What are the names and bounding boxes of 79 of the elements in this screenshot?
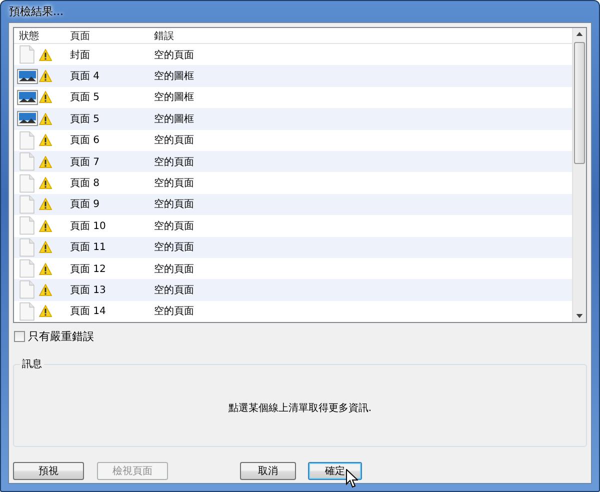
column-header[interactable]: 錯誤: [154, 28, 572, 42]
error-cell-text: 空的頁面: [154, 176, 195, 190]
blank-page-icon: [19, 174, 35, 193]
page-cell-text: 頁面 12: [70, 262, 107, 276]
page-cell-text: 封面: [70, 48, 91, 62]
column-header[interactable]: 狀態: [14, 28, 70, 42]
list-row[interactable]: 頁面 14 空的頁面: [14, 300, 572, 322]
page-cell-text: 頁面 9: [70, 198, 101, 212]
info-message: 點選某個線上清單取得更多資訊.: [228, 402, 372, 415]
list-row[interactable]: 頁面 5 空的圖框: [14, 108, 572, 130]
blank-page-icon: [19, 130, 35, 150]
page-cell-text: 頁面 7: [70, 156, 101, 169]
warning-icon: [39, 177, 52, 190]
error-cell-text: 空的頁面: [154, 240, 195, 254]
warning-icon: [39, 241, 52, 254]
dialog-button[interactable]: 取消: [240, 462, 296, 480]
warning-icon: [39, 262, 52, 275]
list-row[interactable]: 頁面 8 空的頁面: [14, 172, 572, 194]
warning-icon: [39, 156, 52, 168]
error-cell-text: 空的圖框: [154, 90, 195, 104]
list-row[interactable]: 頁面 10 空的頁面: [14, 215, 572, 237]
warning-icon: [39, 198, 52, 210]
blank-page-icon: [19, 280, 35, 300]
list-row[interactable]: 頁面 5 空的圖框: [14, 86, 572, 108]
error-cell-text: 空的頁面: [154, 48, 195, 62]
blank-page-icon: [19, 194, 35, 214]
blank-page-icon: [19, 152, 35, 172]
warning-icon: [39, 284, 52, 296]
list-row[interactable]: 頁面 7 空的頁面: [14, 150, 572, 172]
list-row[interactable]: 頁面 13 空的頁面: [14, 279, 572, 301]
warning-icon: [39, 48, 52, 61]
scroll-down-icon[interactable]: [576, 314, 583, 318]
error-cell-text: 空的頁面: [154, 198, 195, 212]
list-row[interactable]: 頁面 6 空的頁面: [14, 130, 572, 151]
warning-icon: [39, 305, 52, 318]
blank-page-icon: [19, 238, 35, 257]
page-cell-text: 頁面 8: [70, 177, 101, 190]
scroll-thumb[interactable]: [574, 42, 585, 164]
dialog-button[interactable]: 預視: [13, 462, 84, 480]
warning-icon: [39, 220, 52, 232]
cursor-icon: [346, 469, 358, 488]
error-cell-text: 空的頁面: [154, 156, 195, 169]
scroll-up-icon[interactable]: [576, 32, 583, 36]
group-title: 訊息: [20, 357, 44, 371]
scrollbar[interactable]: [572, 28, 586, 322]
error-cell-text: 空的頁面: [154, 304, 195, 318]
dialog-button[interactable]: 確定: [308, 462, 362, 480]
list-row[interactable]: 頁面 11 空的頁面: [14, 236, 572, 258]
page-cell-text: 頁面 13: [70, 284, 107, 297]
column-header[interactable]: 頁面: [70, 28, 154, 42]
error-cell-text: 空的頁面: [154, 134, 195, 148]
page-cell-text: 頁面 5: [70, 112, 101, 126]
blank-page-icon: [19, 216, 35, 236]
warning-icon: [39, 134, 52, 146]
page-cell-text: 頁面 5: [70, 91, 101, 104]
list-row[interactable]: 頁面 9 空的頁面: [14, 194, 572, 216]
page-cell-text: 頁面 11: [70, 241, 107, 254]
warning-icon: [39, 91, 52, 104]
warning-icon: [39, 112, 52, 125]
error-cell-text: 空的圖框: [154, 70, 195, 84]
list-row[interactable]: 封面 空的頁面: [14, 44, 572, 66]
image-icon: [17, 110, 38, 128]
page-cell-text: 頁面 4: [70, 70, 101, 84]
checkbox[interactable]: [14, 330, 25, 342]
error-cell-text: 空的頁面: [154, 262, 195, 276]
list-row[interactable]: 頁面 4 空的圖框: [14, 65, 572, 87]
image-icon: [17, 68, 38, 85]
warning-icon: [39, 70, 52, 82]
page-cell-text: 頁面 14: [70, 305, 107, 318]
blank-page-icon: [19, 259, 35, 278]
list-row[interactable]: 頁面 12 空的頁面: [14, 258, 572, 280]
image-icon: [17, 88, 38, 106]
checkbox-label[interactable]: 只有嚴重錯誤: [28, 328, 94, 344]
window-title: 預檢結果...: [9, 4, 64, 19]
page-cell-text: 頁面 6: [70, 134, 101, 148]
error-cell-text: 空的圖框: [154, 112, 195, 126]
error-cell-text: 空的頁面: [154, 220, 195, 233]
page-cell-text: 頁面 10: [70, 220, 107, 233]
error-cell-text: 空的頁面: [154, 284, 195, 297]
